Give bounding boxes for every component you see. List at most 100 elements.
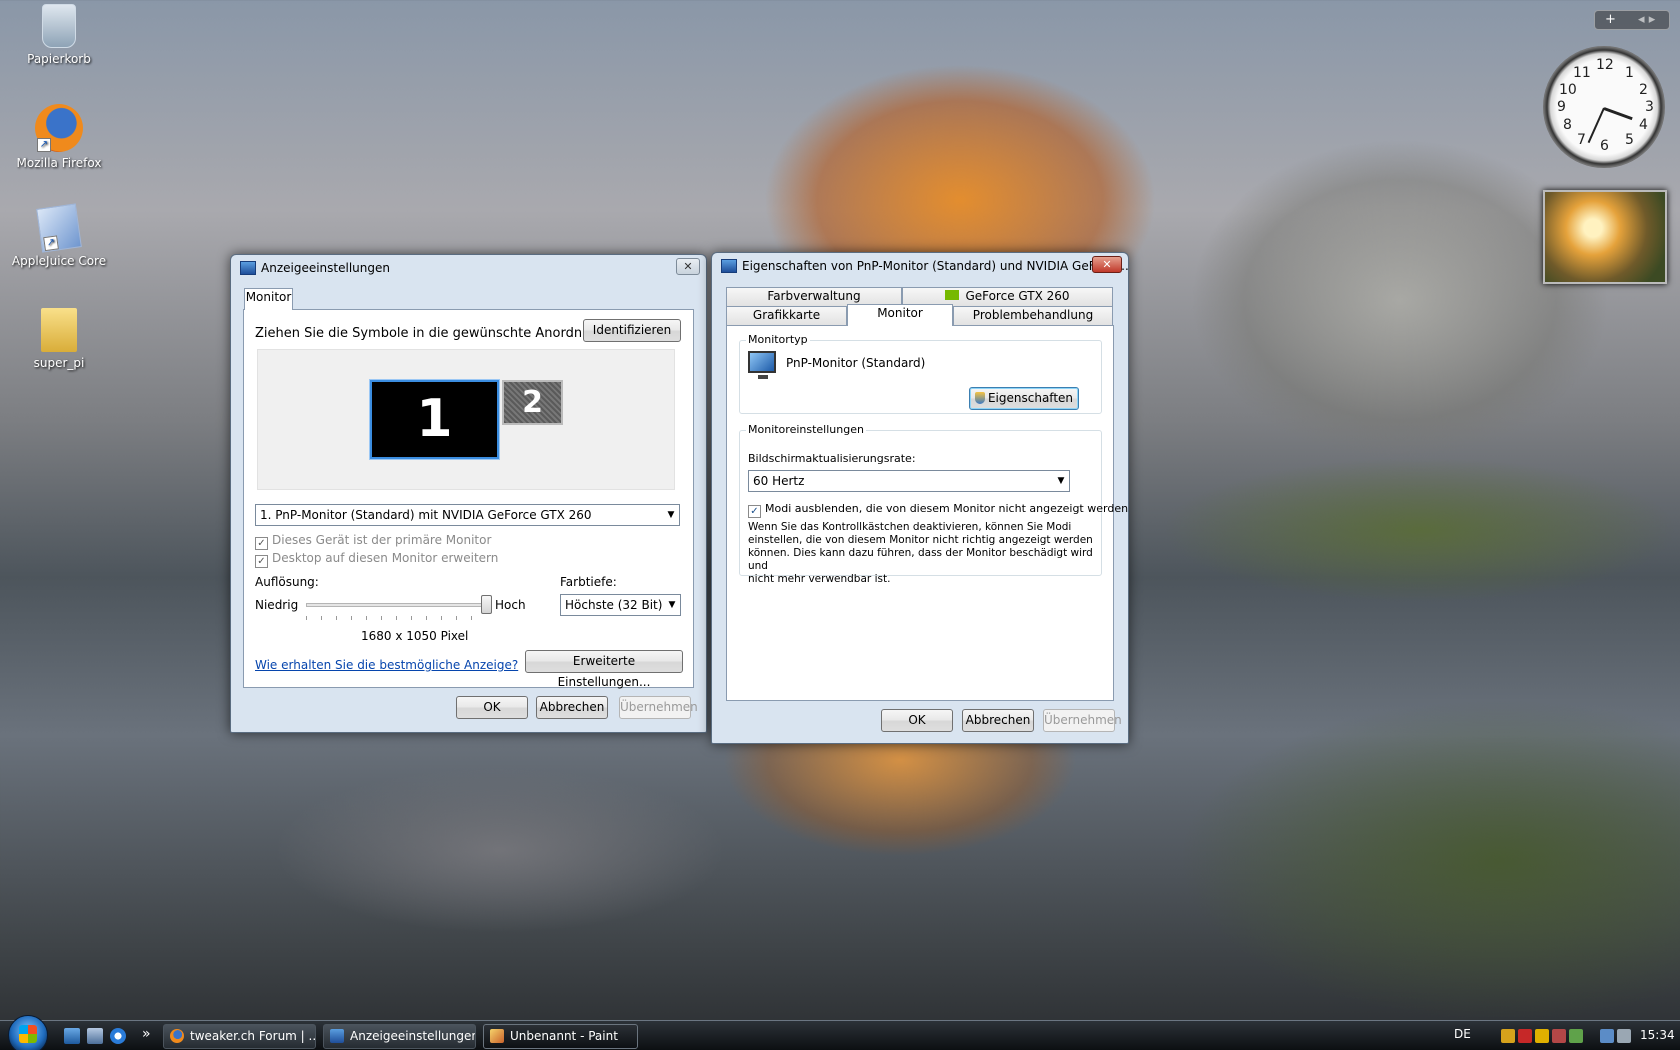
warning-text: Wenn Sie das Kontrollkästchen deaktivier… [748,521,1101,586]
add-gadget-icon[interactable]: + [1605,12,1616,27]
color-depth-select[interactable]: Höchste (32 Bit) ▼ [560,594,681,616]
resolution-slider-ticks [306,616,486,620]
refresh-rate-value: 60 Hertz [753,474,805,488]
network-activity-icon[interactable] [1535,1029,1549,1043]
warning-line: Wenn Sie das Kontrollkästchen deaktivier… [748,521,1072,533]
network-icon[interactable] [1600,1029,1614,1043]
firefox-icon: ↗ [35,104,83,152]
clock-number: 4 [1639,117,1648,133]
chevron-down-icon: ▼ [1057,476,1065,486]
checkbox-box: ✓ [255,537,268,550]
chevron-down-icon: ▼ [668,600,676,610]
sidebar-controls[interactable]: + ◂ ▸ [1594,10,1670,30]
clock-number: 7 [1577,132,1586,148]
apply-button[interactable]: Übernehmen [619,696,698,719]
desktop-icon-recycle-bin[interactable]: Papierkorb [4,4,114,66]
desktop-icon-firefox[interactable]: ↗ Mozilla Firefox [4,104,114,170]
warning-line: können. Dies kann dazu führen, dass der … [748,547,1093,572]
clock-number: 11 [1573,65,1591,81]
color-depth-label: Farbtiefe: [560,575,617,589]
slideshow-gadget[interactable] [1543,190,1667,284]
clock-number: 6 [1600,138,1609,154]
title-bar[interactable]: Eigenschaften von PnP-Monitor (Standard)… [712,253,1128,281]
applejuice-icon: ↗ [36,203,82,253]
switch-windows-icon[interactable] [87,1028,103,1044]
properties-button[interactable]: Eigenschaften [969,387,1079,410]
monitor-select[interactable]: 1. PnP-Monitor (Standard) mit NVIDIA GeF… [255,504,680,526]
monitor-tab-panel: Monitortyp PnP-Monitor (Standard) Eigens… [726,325,1128,701]
tab-monitor[interactable]: Monitor [847,304,953,326]
monitor-tray-icon[interactable] [1569,1029,1583,1043]
window-title: Eigenschaften von PnP-Monitor (Standard)… [742,259,1128,273]
window-title: Anzeigeeinstellungen [261,261,390,275]
internet-explorer-icon[interactable] [110,1028,126,1044]
monitor-properties-window: Eigenschaften von PnP-Monitor (Standard)… [711,252,1129,744]
desktop-icon-applejuice[interactable]: ↗ AppleJuice Core [4,203,114,268]
tab-monitor[interactable]: Monitor [244,288,293,310]
help-link[interactable]: Wie erhalten Sie die bestmögliche Anzeig… [255,658,518,672]
monitor-2-number: 2 [522,385,543,420]
quick-launch-more[interactable]: » [142,1026,151,1042]
desktop-icon-label: super_pi [33,356,85,370]
close-button[interactable]: ✕ [1092,256,1122,273]
nvidia-icon [945,290,960,300]
taskbar-button-label: Unbenannt - Paint [510,1029,618,1043]
ok-button[interactable]: OK [456,696,528,719]
checkbox-label: Modi ausblenden, die von diesem Monitor … [765,502,1129,515]
security-shield-icon[interactable] [1501,1029,1515,1043]
display-settings-window: Anzeigeeinstellungen ✕ Monitor Ziehen Si… [230,254,707,733]
clock-number: 5 [1625,132,1634,148]
monitor-2-tile[interactable]: 2 [502,380,563,425]
clock-number: 8 [1563,117,1572,133]
group-label: Monitoreinstellungen [746,423,866,436]
cancel-button[interactable]: Abbrechen [536,696,608,719]
start-button[interactable] [8,1015,48,1050]
speaker-icon[interactable] [1617,1029,1631,1043]
sidebar-nav-icon[interactable]: ◂ ▸ [1638,12,1655,27]
identify-button[interactable]: Identifizieren [583,319,681,342]
shortcut-arrow-icon: ↗ [37,138,51,152]
tab-troubleshooting[interactable]: Problembehandlung [953,306,1113,325]
refresh-rate-select[interactable]: 60 Hertz ▼ [748,470,1070,492]
checkbox-label: Dieses Gerät ist der primäre Monitor [272,533,492,547]
show-desktop-icon[interactable] [64,1028,80,1044]
antivirus-icon[interactable] [1518,1029,1532,1043]
monitor-select-value: 1. PnP-Monitor (Standard) mit NVIDIA GeF… [260,508,592,522]
advanced-settings-button[interactable]: Erweiterte Einstellungen... [525,650,683,689]
primary-monitor-checkbox[interactable]: ✓ Dieses Gerät ist der primäre Monitor [255,533,491,550]
volume-icon[interactable] [1552,1029,1566,1043]
clock-number: 2 [1639,82,1648,98]
language-indicator[interactable]: DE [1454,1027,1471,1041]
tab-graphics-card[interactable]: Grafikkarte [726,306,847,325]
monitor-type-group: Monitortyp PnP-Monitor (Standard) Eigens… [739,333,1102,414]
tab-label: Farbverwaltung [767,289,861,303]
taskbar-button-label: tweaker.ch Forum | ... [190,1029,316,1043]
tab-label: Grafikkarte [752,308,821,322]
resolution-slider-track[interactable] [306,603,486,607]
desktop-icon-super-pi[interactable]: super_pi [4,308,114,370]
windows-logo-icon [19,1025,37,1043]
taskbar-button-paint[interactable]: Unbenannt - Paint [483,1024,638,1049]
ok-button[interactable]: OK [881,709,953,732]
apply-button[interactable]: Übernehmen [1043,709,1122,732]
monitor-icon [748,351,776,373]
display-settings-icon [330,1029,344,1043]
taskbar-button-firefox[interactable]: tweaker.ch Forum | ... [163,1024,316,1049]
cancel-button[interactable]: Abbrechen [962,709,1034,732]
chevron-down-icon: ▼ [667,510,675,520]
clock-time[interactable]: 15:34 [1640,1028,1675,1042]
title-bar[interactable]: Anzeigeeinstellungen ✕ [231,255,706,283]
monitor-1-tile[interactable]: 1 [370,380,499,459]
resolution-slider-thumb[interactable] [480,595,492,614]
hide-modes-checkbox[interactable]: ✓ Modi ausblenden, die von diesem Monitor… [748,502,1128,518]
checkbox-label: Desktop auf diesen Monitor erweitern [272,551,499,565]
shortcut-arrow-icon: ↗ [43,235,59,252]
extend-desktop-checkbox[interactable]: ✓ Desktop auf diesen Monitor erweitern [255,551,498,568]
recycle-bin-icon [42,4,76,48]
clock-number: 10 [1559,82,1577,98]
button-label: Eigenschaften [987,391,1074,405]
close-button[interactable]: ✕ [676,258,700,275]
taskbar-button-display-settings[interactable]: Anzeigeeinstellungen [323,1024,476,1049]
paint-icon [490,1029,504,1043]
clock-gadget[interactable]: 12 1 2 3 4 5 6 7 8 9 10 11 [1543,46,1665,168]
